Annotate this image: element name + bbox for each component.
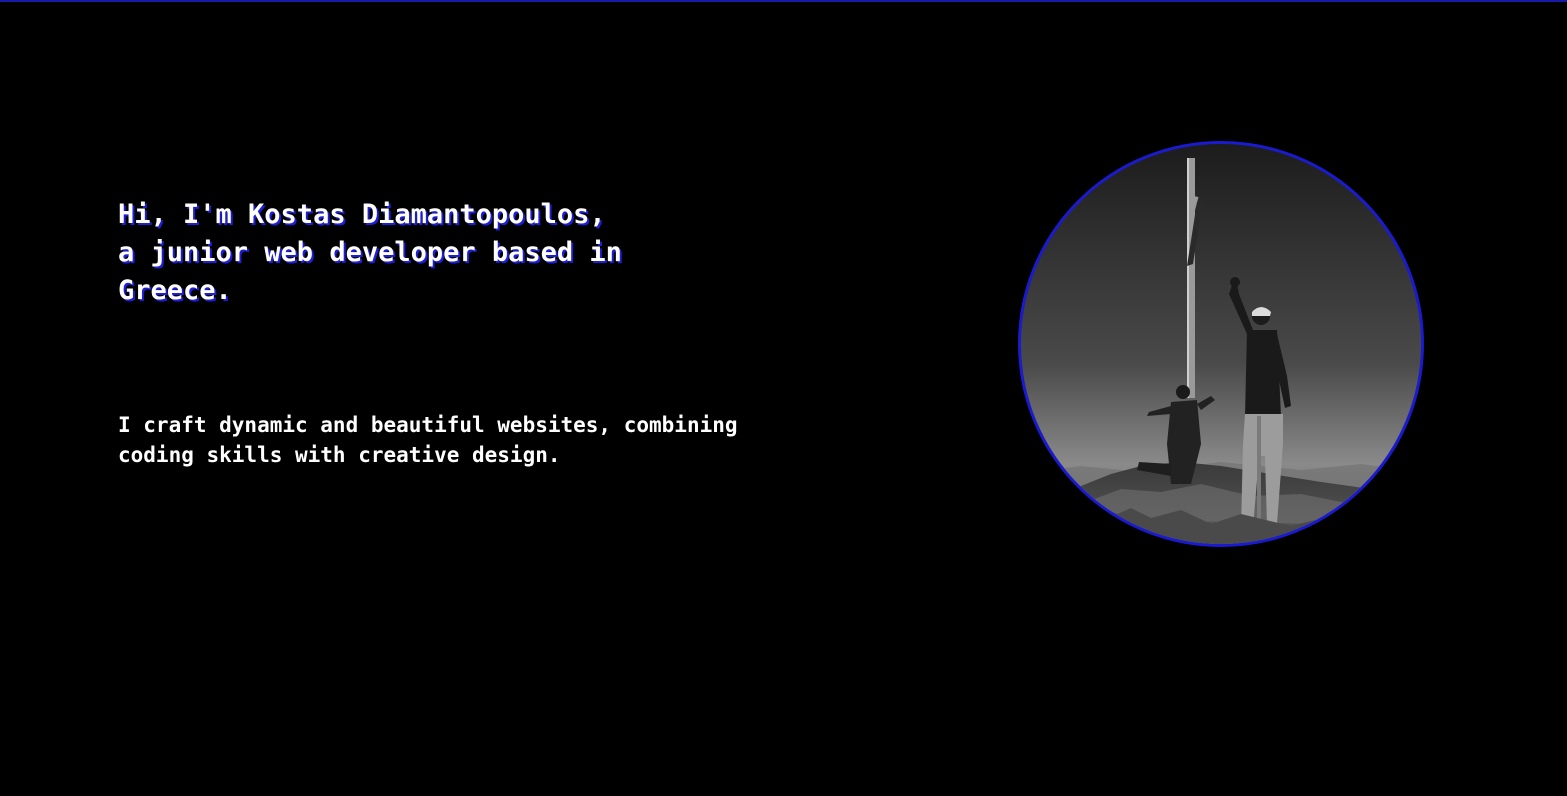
top-accent-line [0, 0, 1567, 2]
hero-subtitle: I craft dynamic and beautiful websites, … [118, 413, 738, 467]
hero-headline: Hi, I'm Kostas Diamantopoulos, a junior … [118, 199, 622, 306]
profile-photo-illustration [1021, 144, 1421, 544]
hero-section: Hi, I'm Kostas Diamantopoulos, a junior … [0, 0, 1567, 796]
profile-photo [1018, 141, 1424, 547]
